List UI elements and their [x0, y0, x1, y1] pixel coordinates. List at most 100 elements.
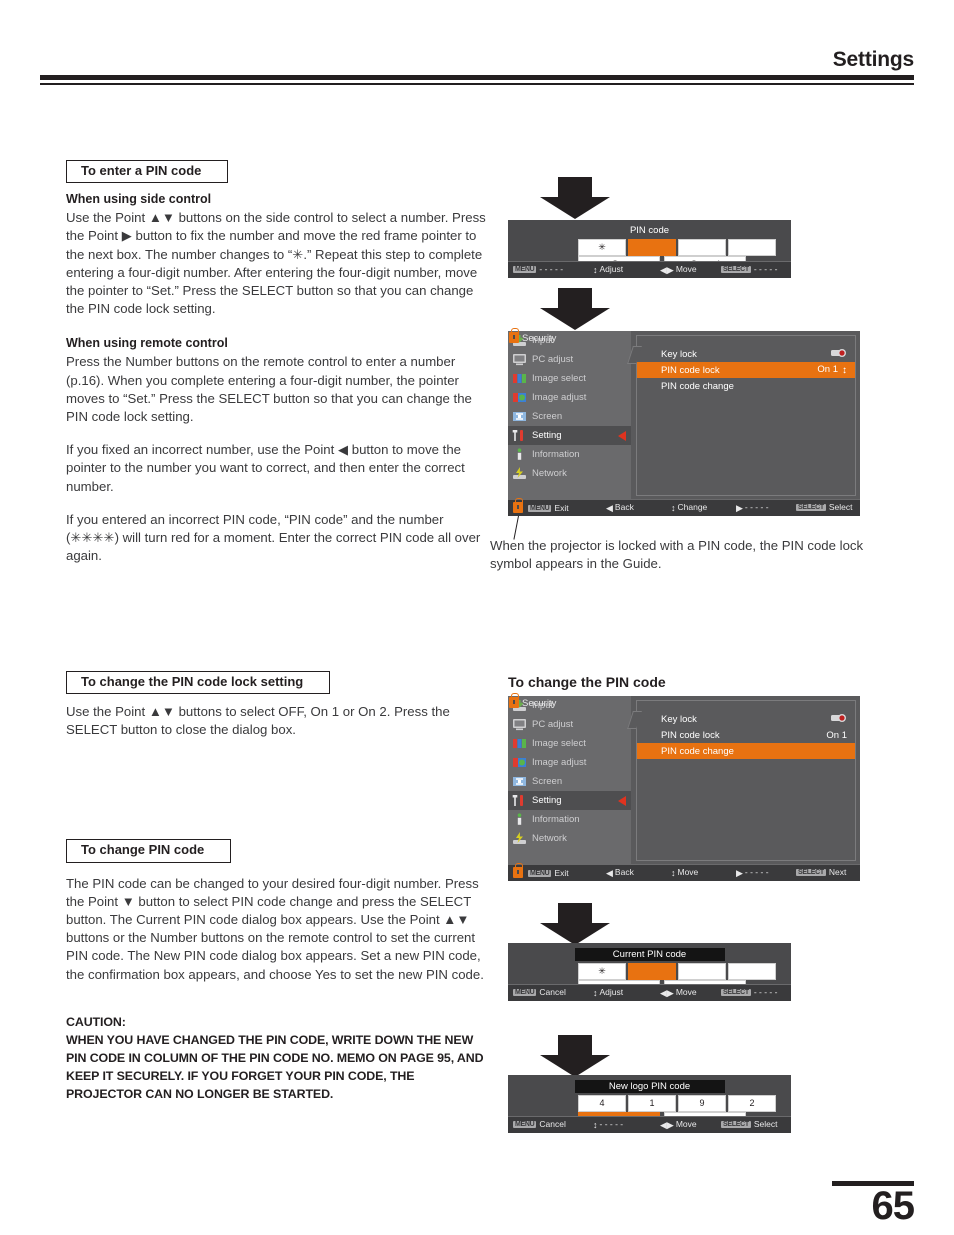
- status-exit: MENU Exit: [513, 498, 569, 513]
- panel-title-row: Security: [509, 693, 556, 709]
- menu-row-pin-code-lock[interactable]: PIN code lock On 1: [637, 727, 855, 743]
- menu-status-bar: MENU Exit ◀ Back ↕ Move ▶ - - - - - SELECT Ne…: [508, 863, 860, 881]
- panel-title-row: Security: [509, 328, 557, 344]
- sidebar-item-screen[interactable]: Screen: [508, 772, 631, 791]
- image-adjust-icon: [512, 756, 527, 769]
- spinner-icon[interactable]: ↕: [842, 365, 847, 376]
- info-icon: [512, 448, 527, 461]
- select-keycap: SELECT: [796, 504, 826, 511]
- info-icon: [512, 813, 527, 826]
- row-value: On 1 ↕: [817, 364, 847, 376]
- status-move: ↕ Move: [671, 867, 698, 878]
- select-action: - - - - -: [753, 264, 778, 274]
- pin-digit-4[interactable]: 2: [728, 1095, 776, 1112]
- pin-digit-3[interactable]: [678, 239, 726, 256]
- status-right: ▶ - - - - -: [736, 867, 769, 879]
- pin-digit-4[interactable]: [728, 239, 776, 256]
- flow-arrow-2: [540, 288, 610, 330]
- menu-row-key-lock[interactable]: Key lock: [637, 711, 855, 727]
- status-select: SELECT Select: [721, 1119, 777, 1129]
- sidebar-item-image-adjust[interactable]: Image adjust: [508, 388, 631, 407]
- sidebar-item-setting[interactable]: Setting: [508, 791, 631, 810]
- sidebar-item-information[interactable]: Information: [508, 445, 631, 464]
- dialog-title: PIN code: [629, 225, 670, 236]
- arrow-shaft: [558, 1035, 592, 1057]
- sidebar-item-image-select[interactable]: Image select: [508, 734, 631, 753]
- pin-digit-row: 4 1 9 2: [578, 1095, 776, 1112]
- pin-digit-3[interactable]: [678, 963, 726, 980]
- dialog-title: Current PIN code: [574, 948, 725, 961]
- pin-digit-1[interactable]: ✳: [578, 963, 626, 980]
- right-label: - - - - -: [744, 867, 769, 877]
- dialog-status-bar: MENU Cancel ↕ - - - - - ◀▶ Move SELECT Selec…: [508, 1116, 791, 1133]
- exit-label: Exit: [554, 868, 569, 878]
- row-value: On 1: [826, 729, 847, 741]
- sidebar-item-network[interactable]: Network: [508, 829, 631, 848]
- sidebar-item-setting[interactable]: Setting: [508, 426, 631, 445]
- tools-icon: [512, 429, 527, 442]
- screen-icon: [512, 775, 527, 788]
- select-action: Select: [753, 1119, 778, 1129]
- row-label: PIN code lock: [661, 729, 720, 741]
- pin-digit-3[interactable]: 9: [678, 1095, 726, 1112]
- network-icon: [512, 467, 527, 480]
- network-icon: [512, 832, 527, 845]
- status-select: SELECT - - - - -: [721, 264, 777, 274]
- sidebar-item-screen[interactable]: Screen: [508, 407, 631, 426]
- sidebar-item-image-adjust[interactable]: Image adjust: [508, 753, 631, 772]
- section-change-pin-code: To change PIN code The PIN code can be c…: [66, 839, 491, 984]
- section-enter-pin-code: To enter a PIN code When using side cont…: [66, 160, 491, 566]
- adjust-label: Adjust: [599, 264, 624, 274]
- pin-lock-value: On 1: [817, 364, 838, 375]
- sidebar-item-pc-adjust[interactable]: PC adjust: [508, 715, 631, 734]
- image-select-icon: [512, 372, 527, 385]
- page-title: Settings: [832, 48, 914, 71]
- sidebar-label: PC adjust: [532, 719, 574, 730]
- header-rule-thin: [40, 83, 914, 85]
- menu-row-pin-code-lock[interactable]: PIN code lock On 1 ↕: [637, 362, 855, 378]
- panel-title: Security: [522, 333, 557, 344]
- callout-text: When the projector is locked with a PIN …: [490, 538, 864, 572]
- pin-digit-row: ✳: [578, 963, 776, 980]
- menu-keycap: MENU: [513, 1121, 537, 1128]
- menu-row-pin-code-change[interactable]: PIN code change: [637, 743, 855, 759]
- move-label: Move: [677, 867, 699, 877]
- paragraph-side-control: Use the Point ▲▼ buttons on the side con…: [66, 210, 486, 317]
- sidebar-item-image-select[interactable]: Image select: [508, 369, 631, 388]
- monitor-icon: [512, 353, 527, 366]
- status-adjust: ↕ Adjust: [593, 987, 623, 998]
- pin-digit-1[interactable]: ✳: [578, 239, 626, 256]
- menu-keycap: MENU: [528, 870, 552, 877]
- page-header: Settings: [0, 0, 954, 90]
- status-back: ◀ Back: [606, 502, 634, 514]
- pin-digit-1[interactable]: 4: [578, 1095, 626, 1112]
- pin-digit-2[interactable]: [628, 239, 676, 256]
- flow-arrow-1: [540, 177, 610, 219]
- pin-digit-2[interactable]: 1: [628, 1095, 676, 1112]
- sidebar-item-pc-adjust[interactable]: PC adjust: [508, 350, 631, 369]
- left-content-column: To enter a PIN code When using side cont…: [66, 160, 491, 1104]
- sidebar-item-network[interactable]: Network: [508, 464, 631, 483]
- sidebar-label: Screen: [532, 411, 563, 422]
- cancel-label: Cancel: [539, 987, 566, 997]
- osd-security-menu-1: Input PC adjust Image select Image adjus…: [508, 328, 860, 516]
- left-right-icon: ◀▶: [660, 988, 674, 998]
- status-move: ◀▶ Move: [660, 264, 697, 276]
- sidebar-item-information[interactable]: Information: [508, 810, 631, 829]
- pin-code-lock-icon: [509, 693, 519, 708]
- menu-keycap: MENU: [513, 989, 537, 996]
- right-arrow-icon: ▶: [736, 868, 743, 878]
- sidebar-label: Network: [532, 833, 567, 844]
- pin-digit-4[interactable]: [728, 963, 776, 980]
- pin-digit-2[interactable]: [628, 963, 676, 980]
- sidebar-label: Image adjust: [532, 757, 587, 768]
- pin-code-lock-icon: [513, 863, 523, 878]
- status-cancel: MENU Cancel: [513, 1119, 566, 1129]
- menu-row-pin-code-change[interactable]: PIN code change: [637, 378, 855, 394]
- move-label: Move: [675, 987, 697, 997]
- subheading-remote-control: When using remote control: [66, 336, 228, 351]
- menu-status-bar: MENU Exit ◀ Back ↕ Change ▶ - - - - - SELECT…: [508, 498, 860, 516]
- sidebar-label: Image adjust: [532, 392, 587, 403]
- menu-row-key-lock[interactable]: Key lock: [637, 346, 855, 362]
- menu-keycap: MENU: [513, 266, 537, 273]
